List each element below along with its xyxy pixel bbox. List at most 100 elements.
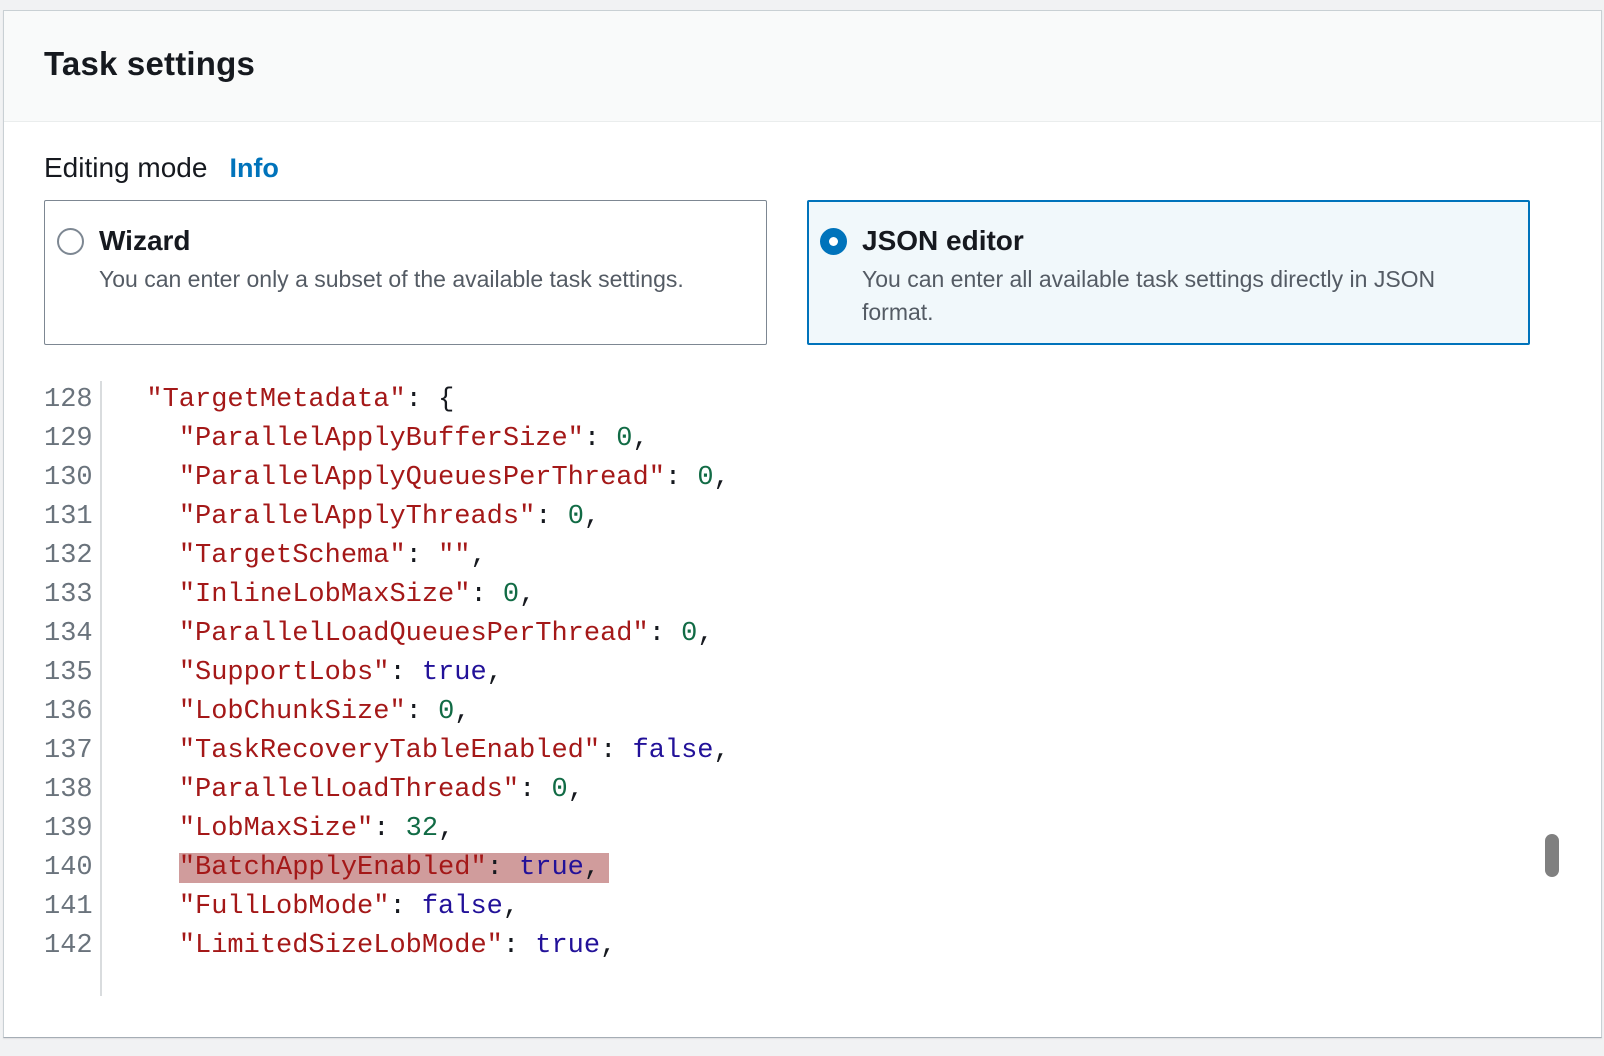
json-separator: : <box>503 931 535 961</box>
json-key: "BatchApplyEnabled" <box>179 853 487 883</box>
json-key: "TargetSchema" <box>179 541 406 571</box>
json-separator: : <box>665 463 697 493</box>
json-separator: : <box>584 424 616 454</box>
indent <box>114 619 179 649</box>
line-number: 133 <box>44 576 102 615</box>
code-line-content: "ParallelApplyBufferSize": 0, <box>102 420 649 459</box>
json-key: "LobChunkSize" <box>179 697 406 727</box>
code-line[interactable]: 134 "ParallelLoadQueuesPerThread": 0, <box>44 615 1561 654</box>
info-link[interactable]: Info <box>229 153 278 184</box>
code-line-empty[interactable] <box>44 966 1561 996</box>
code-line-content: "BatchApplyEnabled": true, <box>102 849 609 888</box>
code-line[interactable]: 129 "ParallelApplyBufferSize": 0, <box>44 420 1561 459</box>
highlighted-token: "BatchApplyEnabled": true, <box>179 853 609 883</box>
json-comma: , <box>454 697 470 727</box>
json-key: "SupportLobs" <box>179 658 390 688</box>
json-separator: : <box>406 541 438 571</box>
code-line[interactable]: 137 "TaskRecoveryTableEnabled": false, <box>44 732 1561 771</box>
code-line[interactable]: 130 "ParallelApplyQueuesPerThread": 0, <box>44 459 1561 498</box>
json-editor-option-title: JSON editor <box>862 224 1509 258</box>
code-line-content: "ParallelApplyQueuesPerThread": 0, <box>102 459 730 498</box>
code-line-content: "ParallelLoadQueuesPerThread": 0, <box>102 615 714 654</box>
json-value: true <box>535 931 600 961</box>
indent <box>114 424 179 454</box>
json-code-editor[interactable]: 128 "TargetMetadata": {129 "ParallelAppl… <box>44 381 1561 996</box>
code-line[interactable]: 140 "BatchApplyEnabled": true, <box>44 849 1561 888</box>
json-editor-radio-icon[interactable] <box>820 228 847 255</box>
code-line-content: "LobMaxSize": 32, <box>102 810 454 849</box>
line-number <box>44 966 102 996</box>
line-number: 139 <box>44 810 102 849</box>
json-key: "TargetMetadata" <box>146 385 405 415</box>
wizard-option-card[interactable]: Wizard You can enter only a subset of th… <box>44 200 767 345</box>
code-line[interactable]: 138 "ParallelLoadThreads": 0, <box>44 771 1561 810</box>
indent <box>114 658 179 688</box>
json-separator: : <box>600 736 632 766</box>
json-value: "" <box>438 541 470 571</box>
line-number: 131 <box>44 498 102 537</box>
indent <box>114 580 179 610</box>
code-line-content: "TaskRecoveryTableEnabled": false, <box>102 732 730 771</box>
scrollbar-thumb[interactable] <box>1545 834 1559 877</box>
line-number: 142 <box>44 927 102 966</box>
indent <box>114 697 179 727</box>
panel-header: Task settings <box>4 11 1601 122</box>
page-title: Task settings <box>44 45 1561 83</box>
indent <box>114 892 179 922</box>
line-number: 136 <box>44 693 102 732</box>
indent <box>114 814 179 844</box>
code-line[interactable]: 132 "TargetSchema": "", <box>44 537 1561 576</box>
json-editor-option-card[interactable]: JSON editor You can enter all available … <box>807 200 1530 345</box>
json-comma: , <box>584 502 600 532</box>
line-number: 134 <box>44 615 102 654</box>
json-comma: , <box>470 541 486 571</box>
code-line-content: "LimitedSizeLobMode": true, <box>102 927 616 966</box>
json-key: "ParallelApplyBufferSize" <box>179 424 584 454</box>
indent <box>114 463 179 493</box>
json-key: "FullLobMode" <box>179 892 390 922</box>
json-key: "ParallelLoadThreads" <box>179 775 519 805</box>
panel-body: Editing mode Info Wizard You can enter o… <box>4 122 1601 996</box>
json-separator: : <box>406 697 438 727</box>
editing-mode-options: Wizard You can enter only a subset of th… <box>44 200 1561 345</box>
json-value: 0 <box>438 697 454 727</box>
code-line[interactable]: 133 "InlineLobMaxSize": 0, <box>44 576 1561 615</box>
code-line-content: "SupportLobs": true, <box>102 654 503 693</box>
wizard-option-text: Wizard You can enter only a subset of th… <box>99 224 684 344</box>
line-number: 130 <box>44 459 102 498</box>
json-comma: , <box>487 658 503 688</box>
json-comma: , <box>568 775 584 805</box>
json-value: false <box>633 736 714 766</box>
indent <box>114 853 179 883</box>
code-line[interactable]: 131 "ParallelApplyThreads": 0, <box>44 498 1561 537</box>
json-value: { <box>438 385 454 415</box>
code-line-content: "InlineLobMaxSize": 0, <box>102 576 535 615</box>
json-comma: , <box>600 931 616 961</box>
code-line[interactable]: 136 "LobChunkSize": 0, <box>44 693 1561 732</box>
code-line[interactable]: 141 "FullLobMode": false, <box>44 888 1561 927</box>
json-comma: , <box>503 892 519 922</box>
line-number: 129 <box>44 420 102 459</box>
json-separator: : <box>649 619 681 649</box>
json-key: "ParallelApplyThreads" <box>179 502 535 532</box>
wizard-radio-icon[interactable] <box>57 228 84 255</box>
code-line[interactable]: 142 "LimitedSizeLobMode": true, <box>44 927 1561 966</box>
json-comma: , <box>438 814 454 844</box>
code-line-content: "ParallelLoadThreads": 0, <box>102 771 584 810</box>
indent <box>114 541 179 571</box>
json-key: "TaskRecoveryTableEnabled" <box>179 736 600 766</box>
line-number: 141 <box>44 888 102 927</box>
code-line[interactable]: 139 "LobMaxSize": 32, <box>44 810 1561 849</box>
indent <box>114 775 179 805</box>
code-line[interactable]: 135 "SupportLobs": true, <box>44 654 1561 693</box>
json-key: "LobMaxSize" <box>179 814 373 844</box>
json-value: 32 <box>406 814 438 844</box>
json-key: "ParallelApplyQueuesPerThread" <box>179 463 665 493</box>
code-line-content: "ParallelApplyThreads": 0, <box>102 498 600 537</box>
line-number: 138 <box>44 771 102 810</box>
code-line[interactable]: 128 "TargetMetadata": { <box>44 381 1561 420</box>
wizard-option-description: You can enter only a subset of the avail… <box>99 263 684 296</box>
json-value: 0 <box>503 580 519 610</box>
json-separator: : <box>535 502 567 532</box>
code-line-content: "TargetMetadata": { <box>102 381 454 420</box>
